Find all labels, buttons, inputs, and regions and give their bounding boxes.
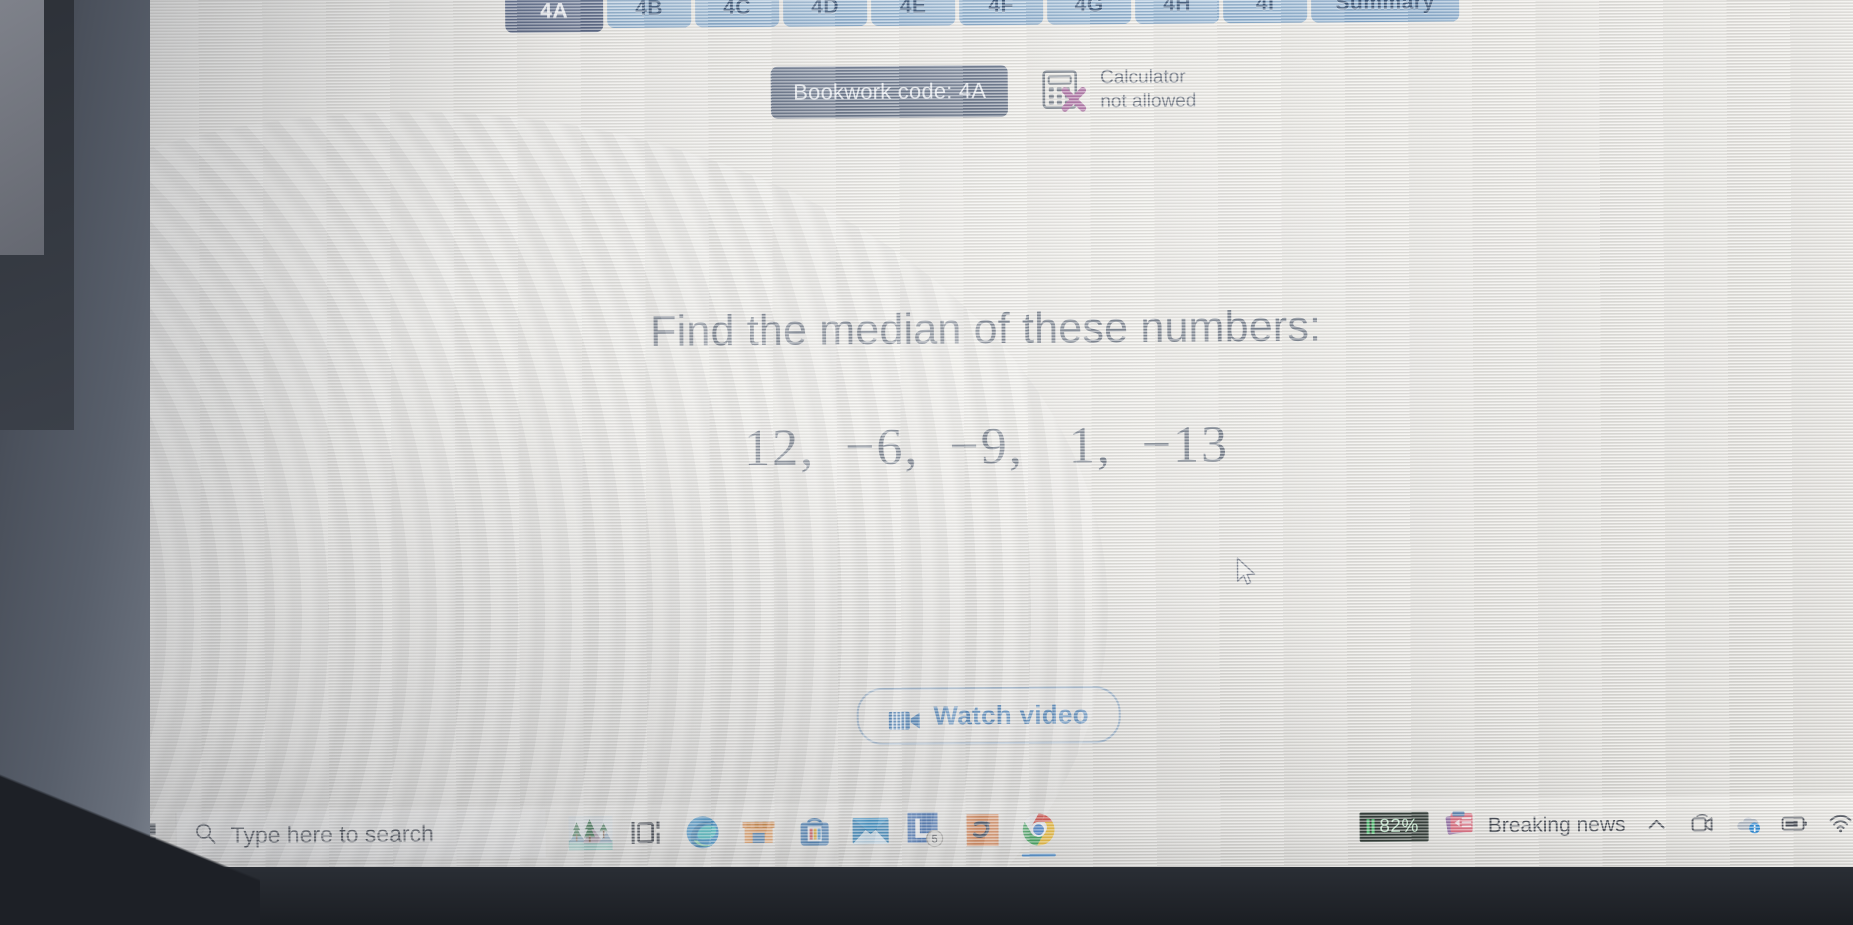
tab-4b[interactable]: 4B bbox=[606, 0, 692, 29]
mouse-pointer-icon bbox=[1235, 557, 1257, 592]
battery-bars-icon bbox=[1366, 819, 1375, 835]
tab-4e[interactable]: 4E bbox=[870, 0, 956, 26]
question-prompt: Find the median of these numbers: bbox=[649, 302, 1322, 356]
monitor-bezel-bottom bbox=[0, 867, 1853, 925]
video-camera-icon bbox=[888, 706, 920, 730]
tab-summary[interactable]: Summary bbox=[1310, 0, 1460, 23]
photos-icon[interactable] bbox=[567, 810, 613, 856]
battery-percent-badge[interactable]: 82% bbox=[1359, 811, 1429, 842]
watch-video-label: Watch video bbox=[933, 699, 1090, 731]
calculator-line-1: Calculator bbox=[1100, 66, 1186, 88]
monitor-bezel-highlight bbox=[0, 0, 44, 255]
svg-text:5: 5 bbox=[932, 833, 938, 845]
tab-4a[interactable]: 4A bbox=[504, 0, 604, 33]
breaking-news-label: Breaking news bbox=[1487, 812, 1626, 837]
tab-4c[interactable]: 4C bbox=[694, 0, 780, 28]
windows-taskbar: Type here to search 5 82% Breaking news bbox=[109, 793, 1853, 865]
screen-cast-icon[interactable] bbox=[1687, 809, 1717, 839]
calculator-notice-text: Calculator not allowed bbox=[1100, 65, 1197, 114]
office-icon[interactable] bbox=[791, 808, 837, 854]
battery-percent-label: 82% bbox=[1379, 815, 1419, 837]
wifi-icon[interactable] bbox=[1825, 808, 1853, 838]
system-tray: 82% Breaking news bbox=[1359, 794, 1853, 856]
bookwork-code-chip: Bookwork code: 4A bbox=[771, 64, 1009, 119]
news-icon bbox=[1445, 809, 1477, 842]
monitor-screen: 4A 4B 4C 4D 4E 4F 4G 4H 4I Summary Bookwork code:… bbox=[103, 0, 1853, 889]
tab-4d[interactable]: 4D bbox=[782, 0, 868, 27]
breaking-news-item[interactable]: Breaking news bbox=[1445, 808, 1626, 842]
calculator-line-2: not allowed bbox=[1100, 90, 1197, 113]
onedrive-icon[interactable] bbox=[1733, 808, 1763, 838]
tab-4g[interactable]: 4G bbox=[1046, 0, 1132, 25]
calculator-not-allowed-icon bbox=[1042, 68, 1088, 112]
tab-4f[interactable]: 4F bbox=[958, 0, 1044, 26]
microsoft-store-icon[interactable] bbox=[735, 808, 781, 854]
tab-4i[interactable]: 4I bbox=[1222, 0, 1308, 24]
search-placeholder: Type here to search bbox=[230, 820, 435, 849]
taskbar-pinned-apps: 5 bbox=[545, 806, 1061, 856]
task-view-icon[interactable] bbox=[623, 809, 669, 855]
battery-icon[interactable] bbox=[1779, 808, 1809, 838]
monitor-bezel-corner bbox=[0, 745, 260, 925]
monitor-photo: 4A 4B 4C 4D 4E 4F 4G 4H 4I Summary Bookwork code:… bbox=[0, 0, 1853, 925]
web-page: 4A 4B 4C 4D 4E 4F 4G 4H 4I Summary Bookwork code:… bbox=[103, 0, 1853, 889]
linkedin-learning-icon[interactable]: 5 bbox=[903, 807, 949, 853]
info-bar: Bookwork code: 4A Calculator not allowed bbox=[104, 58, 1853, 124]
orange-app-icon[interactable] bbox=[959, 806, 1005, 852]
google-chrome-icon[interactable] bbox=[1015, 806, 1061, 852]
microsoft-edge-icon[interactable] bbox=[679, 809, 725, 855]
watch-video-button[interactable]: Watch video bbox=[856, 686, 1122, 746]
calculator-notice: Calculator not allowed bbox=[1042, 65, 1197, 115]
task-tab-strip: 4A 4B 4C 4D 4E 4F 4G 4H 4I Summary bbox=[103, 0, 1853, 33]
tab-4h[interactable]: 4H bbox=[1134, 0, 1220, 24]
watch-video-row: Watch video bbox=[108, 680, 1853, 751]
mail-icon[interactable] bbox=[847, 807, 893, 853]
show-hidden-icons-chevron-icon[interactable] bbox=[1641, 809, 1671, 839]
question-numbers: 12, −6, −9, 1, −13 bbox=[743, 416, 1230, 477]
